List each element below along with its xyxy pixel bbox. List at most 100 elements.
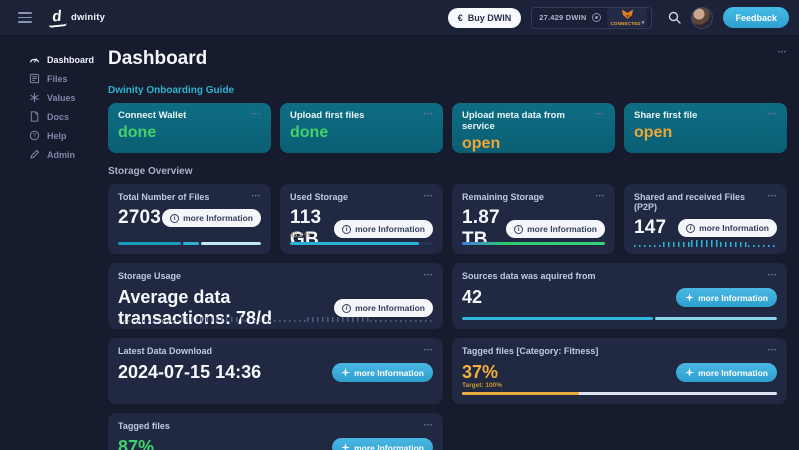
- card-storage-usage: Storage Usage Average data transactions:…: [108, 263, 443, 329]
- stat-value: 2024-07-15 14:36: [118, 362, 262, 382]
- sidebar-item-values[interactable]: Values: [0, 88, 100, 107]
- card-tagged-fitness: Tagged files [Category: Fitness] 37% mor…: [452, 338, 787, 404]
- dashboard-icon: [29, 58, 40, 63]
- sidebar-item-dashboard[interactable]: Dashboard: [0, 50, 100, 69]
- values-icon: [30, 92, 39, 103]
- feedback-button[interactable]: Feedback: [723, 7, 789, 28]
- onboarding-card-share-file[interactable]: Share first file open: [624, 103, 787, 153]
- status-badge: done: [290, 124, 329, 141]
- admin-icon: [30, 149, 40, 159]
- help-icon: ?: [29, 130, 40, 141]
- onboarding-card-upload-meta[interactable]: Upload meta data from service open: [452, 103, 615, 153]
- more-information-button[interactable]: more Information: [332, 438, 433, 450]
- onboarding-card-connect-wallet[interactable]: Connect Wallet done: [108, 103, 271, 153]
- menu-icon[interactable]: [18, 12, 32, 23]
- info-cards-row-2: Latest Data Download 2024-07-15 14:36 mo…: [108, 338, 787, 404]
- bar-target-label: Target: 100%: [462, 382, 502, 389]
- euro-icon: €: [457, 12, 463, 23]
- card-more-icon[interactable]: [768, 346, 777, 354]
- card-more-icon[interactable]: [424, 192, 433, 200]
- card-more-icon[interactable]: [252, 110, 261, 118]
- stat-value: 42: [462, 287, 483, 307]
- card-more-icon[interactable]: [768, 192, 777, 200]
- brand-name: dwinity: [71, 12, 106, 23]
- sparkle-icon: [685, 368, 695, 377]
- card-sources-acquired: Sources data was aquired from 42 more In…: [452, 263, 787, 329]
- info-cards-row-1: Storage Usage Average data transactions:…: [108, 263, 787, 329]
- card-more-icon[interactable]: [424, 271, 433, 279]
- info-icon: [342, 224, 352, 234]
- files-icon: [29, 73, 40, 84]
- svg-text:?: ?: [33, 134, 37, 140]
- sidebar-item-docs[interactable]: Docs: [0, 107, 100, 126]
- storage-stat-cards: Total Number of Files 2703 more Informat…: [108, 184, 787, 254]
- progress-bar: [462, 392, 777, 395]
- more-information-button[interactable]: more Information: [334, 220, 433, 238]
- activity-sparkline: [634, 239, 777, 247]
- stat-card-used-storage: Used Storage 113 GB more Information 45,…: [280, 184, 443, 254]
- sparkle-icon: [341, 443, 351, 450]
- sidebar-item-help[interactable]: ? Help: [0, 126, 100, 145]
- progress-bar: [290, 242, 433, 245]
- stat-value: 87%: [118, 437, 155, 450]
- card-latest-download: Latest Data Download 2024-07-15 14:36 mo…: [108, 338, 443, 404]
- info-icon: [686, 223, 696, 233]
- sidebar-item-admin[interactable]: Admin: [0, 145, 100, 164]
- user-avatar[interactable]: [691, 6, 714, 29]
- info-cards-row-3: Tagged files 87% more Information: [108, 413, 787, 450]
- card-more-icon[interactable]: [424, 346, 433, 354]
- onboarding-card-upload-files[interactable]: Upload first files done: [280, 103, 443, 153]
- more-information-button[interactable]: more Information: [332, 363, 433, 382]
- wallet-status-label: CONNECTED: [610, 20, 644, 26]
- main-content: Dashboard Dwinity Onboarding Guide Conne…: [100, 36, 799, 450]
- docs-icon: [30, 111, 39, 122]
- coin-icon: [592, 13, 602, 22]
- brand-logo[interactable]: d dwinity: [47, 7, 106, 28]
- sidebar-item-files[interactable]: Files: [0, 69, 100, 88]
- progress-bar: [462, 317, 777, 320]
- onboarding-cards: Connect Wallet done Upload first files d…: [108, 103, 787, 153]
- more-information-button[interactable]: more Information: [678, 219, 777, 237]
- card-more-icon[interactable]: [768, 271, 777, 279]
- activity-sparkline: [118, 314, 433, 322]
- card-tagged-files: Tagged files 87% more Information: [108, 413, 443, 450]
- info-icon: [170, 213, 180, 223]
- balance-amount: 27.429 DWIN: [539, 13, 587, 22]
- wallet-connect-chip[interactable]: CONNECTED: [607, 8, 648, 27]
- storage-heading: Storage Overview: [108, 166, 193, 177]
- stat-value: 37%: [462, 362, 499, 382]
- search-icon[interactable]: [668, 11, 682, 24]
- more-information-button[interactable]: more Information: [162, 209, 261, 227]
- stat-card-total-files: Total Number of Files 2703 more Informat…: [108, 184, 271, 254]
- more-information-button[interactable]: more Information: [676, 288, 777, 307]
- page-more-icon[interactable]: [778, 48, 787, 56]
- stat-value: Average data transactions: 78/d: [118, 287, 273, 328]
- card-more-icon[interactable]: [252, 192, 261, 200]
- progress-bar: [118, 242, 261, 245]
- more-information-button[interactable]: more Information: [506, 220, 605, 238]
- card-more-icon[interactable]: [424, 421, 433, 429]
- wallet-balance[interactable]: 27.429 DWIN CONNECTED: [531, 6, 653, 29]
- dwinity-logo-icon: d: [47, 7, 67, 28]
- sparkle-icon: [341, 368, 351, 377]
- card-more-icon[interactable]: [768, 110, 777, 118]
- bar-percentage-label: 45,2 %: [290, 232, 311, 239]
- status-badge: done: [118, 124, 157, 141]
- page-title: Dashboard: [108, 48, 208, 69]
- sidebar: Dashboard Files Values Docs ? Help Admin: [0, 36, 100, 450]
- sparkle-icon: [685, 293, 695, 302]
- buy-dwin-button[interactable]: € Buy DWIN: [447, 7, 522, 28]
- more-information-button[interactable]: more Information: [676, 363, 777, 382]
- info-icon: [514, 224, 524, 234]
- card-more-icon[interactable]: [596, 192, 605, 200]
- progress-bar: [462, 242, 605, 245]
- onboarding-heading: Dwinity Onboarding Guide: [108, 85, 235, 96]
- stat-card-shared-files: Shared and received Files (P2P) 147 more…: [624, 184, 787, 254]
- metamask-fox-icon: [621, 9, 633, 19]
- status-badge: open: [634, 124, 673, 141]
- status-badge: open: [462, 135, 501, 152]
- card-more-icon[interactable]: [424, 110, 433, 118]
- stat-card-remaining-storage: Remaining Storage 1.87 TB more Informati…: [452, 184, 615, 254]
- stat-value: 2703: [118, 207, 162, 228]
- card-more-icon[interactable]: [596, 110, 605, 118]
